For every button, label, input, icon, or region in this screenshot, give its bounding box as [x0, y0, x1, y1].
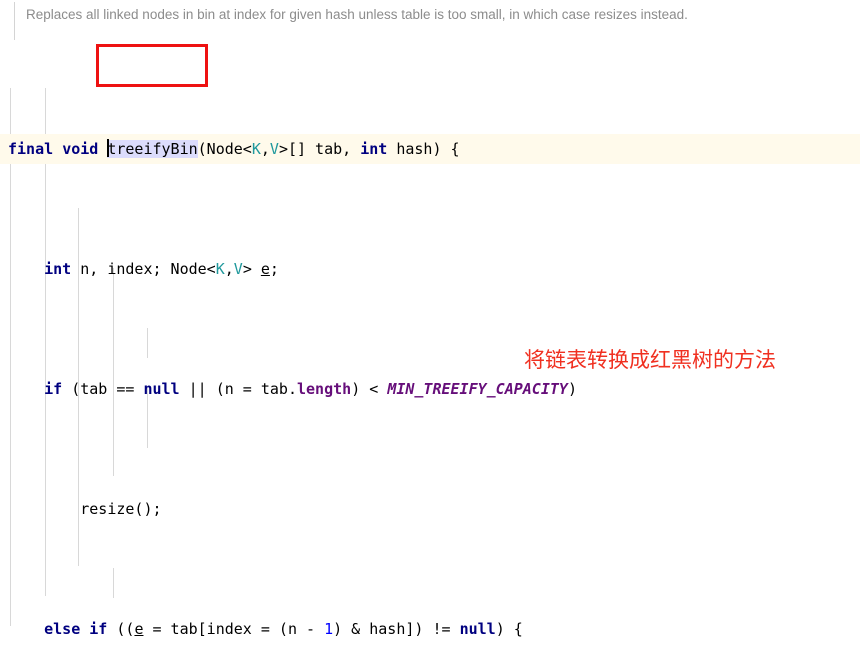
code-line[interactable]: if (tab == null || (n = tab.length) < MI… [0, 374, 860, 404]
code-line[interactable]: final void treeifyBin(Node<K,V>[] tab, i… [0, 134, 860, 164]
doc-comment-text: Replaces all linked nodes in bin at inde… [26, 7, 688, 22]
annotation-note: 将链表转换成红黑树的方法 [524, 349, 776, 372]
selected-identifier: treeifyBin [107, 139, 198, 158]
code-line[interactable]: resize(); [0, 494, 860, 524]
code-line[interactable]: else if ((e = tab[index = (n - 1) & hash… [0, 614, 860, 644]
code-line[interactable]: int n, index; Node<K,V> e; [0, 254, 860, 284]
text-caret [107, 139, 110, 157]
code-editor[interactable]: Replaces all linked nodes in bin at inde… [0, 0, 860, 658]
